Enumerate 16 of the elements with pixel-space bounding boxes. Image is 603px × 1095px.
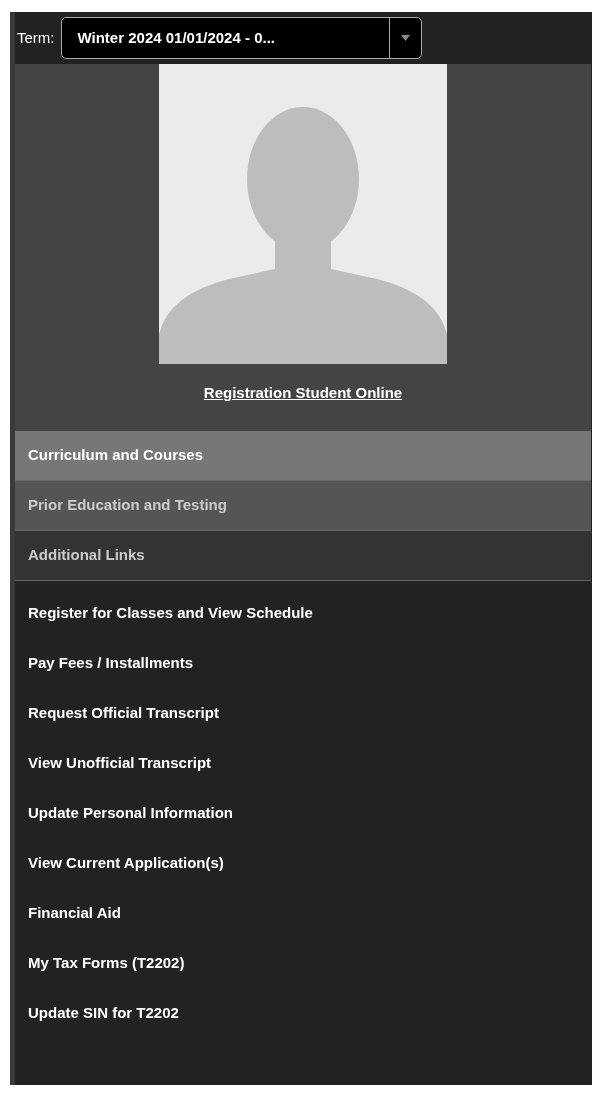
section-header[interactable]: Prior Education and Testing xyxy=(15,480,591,531)
profile-name-link[interactable]: Registration Student Online xyxy=(203,382,403,405)
section-header[interactable]: Curriculum and Courses xyxy=(15,430,591,481)
caret-icon xyxy=(400,35,410,41)
menu-link[interactable]: My Tax Forms (T2202) xyxy=(15,938,592,989)
menu-link[interactable]: Update SIN for T2202 xyxy=(15,988,592,1039)
menu-link[interactable]: View Unofficial Transcript xyxy=(15,738,592,789)
section-header[interactable]: Additional Links xyxy=(15,530,591,581)
menu-link[interactable]: Pay Fees / Installments xyxy=(15,638,592,689)
menu-link[interactable]: Update Personal Information xyxy=(15,788,592,839)
menu-link[interactable]: View Current Application(s) xyxy=(15,838,592,889)
term-dropdown[interactable]: Winter 2024 01/01/2024 - 0... xyxy=(60,17,422,59)
menu-link[interactable]: Request Official Transcript xyxy=(15,688,592,739)
menu-link[interactable]: Register for Classes and View Schedule xyxy=(15,588,592,639)
term-label: Term: xyxy=(17,27,55,48)
menu-link[interactable]: Financial Aid xyxy=(15,888,592,939)
